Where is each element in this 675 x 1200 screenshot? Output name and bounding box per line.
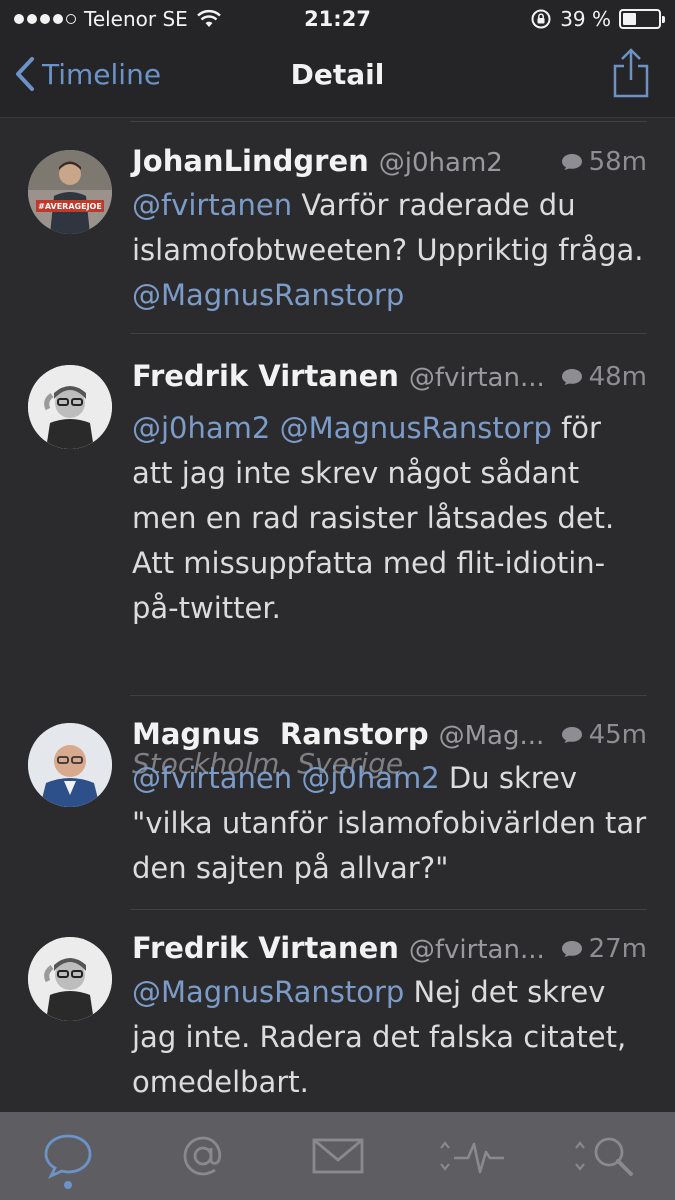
signal-strength-icon	[14, 14, 76, 24]
tab-search[interactable]	[563, 1121, 653, 1191]
mention-link[interactable]: @MagnusRanstorp	[132, 975, 404, 1009]
tweet-time: 27m	[588, 934, 647, 964]
tweet-header: Magnus Ranstorp @Mag... 45m	[132, 717, 647, 751]
envelope-icon	[312, 1138, 363, 1174]
rotation-lock-icon	[531, 9, 551, 29]
battery-percent: 39 %	[560, 7, 611, 31]
mention-link[interactable]: @j0ham2	[301, 761, 439, 795]
tab-bar	[0, 1112, 675, 1200]
reply-bubble-icon	[561, 727, 582, 743]
mention-link[interactable]: @MagnusRanstorp	[280, 411, 552, 445]
tweet-meta: 58m	[561, 147, 647, 177]
tweet-author-name[interactable]: JohanLindgren	[132, 144, 369, 178]
divider	[130, 909, 647, 910]
share-button[interactable]	[611, 46, 651, 104]
activity-icon	[439, 1141, 504, 1174]
avatar-image	[28, 365, 112, 449]
divider	[130, 121, 647, 122]
tweet-meta: 27m	[561, 934, 647, 964]
mention-link[interactable]: @fvirtanen	[132, 188, 292, 222]
svg-text:#AVERAGEJOE: #AVERAGEJOE	[38, 202, 102, 211]
avatar[interactable]	[28, 937, 112, 1021]
mention-link[interactable]: @fvirtanen	[132, 761, 292, 795]
avatar[interactable]	[28, 365, 112, 449]
battery-level	[623, 13, 637, 25]
tweet-author-handle[interactable]: @fvirtan...	[409, 363, 553, 393]
carrier-label: Telenor SE	[84, 7, 188, 31]
tweet-meta: 45m	[561, 720, 647, 750]
tweet-author-handle[interactable]: @Mag...	[439, 721, 553, 751]
page-title: Detail	[290, 58, 385, 91]
share-icon	[613, 48, 649, 98]
tweet-header: Fredrik Virtanen @fvirtan... 27m	[132, 931, 647, 965]
tab-activity[interactable]	[428, 1121, 518, 1191]
tweet-body: @fvirtanen @j0ham2 Du skrev "vilka utanf…	[132, 756, 649, 891]
tweet-author-handle[interactable]: @fvirtan...	[409, 935, 553, 965]
tweet-body: @j0ham2 @MagnusRanstorp för att jag inte…	[132, 406, 649, 631]
tweet-body: @fvirtanen Varför raderade du islamofobt…	[132, 183, 649, 318]
tweet-author-name[interactable]: Fredrik Virtanen	[132, 359, 399, 393]
active-tab-indicator	[63, 1181, 72, 1189]
reply-bubble-icon	[561, 941, 582, 957]
tweet-body: @MagnusRanstorp Nej det skrev jag inte. …	[132, 970, 649, 1105]
tweet-text	[270, 411, 279, 445]
wifi-icon	[196, 9, 221, 27]
navigation-bar: Timeline Detail	[0, 38, 675, 118]
avatar-image: #AVERAGEJOE	[28, 150, 112, 234]
speech-bubble-icon	[44, 1134, 91, 1179]
clock: 21:27	[304, 7, 371, 31]
avatar-image	[28, 937, 112, 1021]
search-icon	[574, 1137, 633, 1176]
divider	[130, 333, 647, 334]
status-bar: Telenor SE 21:27 39 %	[0, 0, 675, 38]
tab-mentions[interactable]	[158, 1121, 248, 1191]
tab-messages[interactable]	[293, 1121, 383, 1191]
tweet-text	[292, 761, 301, 795]
reply-bubble-icon	[561, 154, 582, 170]
avatar-image	[28, 723, 112, 807]
at-sign-icon	[183, 1136, 221, 1176]
tweet-header: JohanLindgren @j0ham2 58m	[132, 144, 647, 178]
tweet-time: 45m	[588, 720, 647, 750]
tweet-meta: 48m	[561, 362, 647, 392]
mention-link[interactable]: @MagnusRanstorp	[132, 278, 404, 312]
tweet-header: Fredrik Virtanen @fvirtan... 48m	[132, 359, 647, 393]
avatar[interactable]: #AVERAGEJOE	[28, 150, 112, 234]
divider	[130, 695, 647, 696]
reply-bubble-icon	[561, 369, 582, 385]
avatar[interactable]	[28, 723, 112, 807]
tweet-author-name[interactable]: Fredrik Virtanen	[132, 931, 399, 965]
status-bar-left: Telenor SE	[14, 7, 222, 31]
tweet-time: 48m	[588, 362, 647, 392]
mention-link[interactable]: @j0ham2	[132, 411, 270, 445]
tweet-time: 58m	[588, 147, 647, 177]
tweet-author-handle[interactable]: @j0ham2	[379, 148, 553, 178]
tweet-author-name[interactable]: Magnus Ranstorp	[132, 717, 429, 751]
battery-icon	[619, 9, 665, 29]
status-bar-right: 39 %	[530, 7, 665, 31]
tab-timeline[interactable]	[23, 1121, 113, 1191]
